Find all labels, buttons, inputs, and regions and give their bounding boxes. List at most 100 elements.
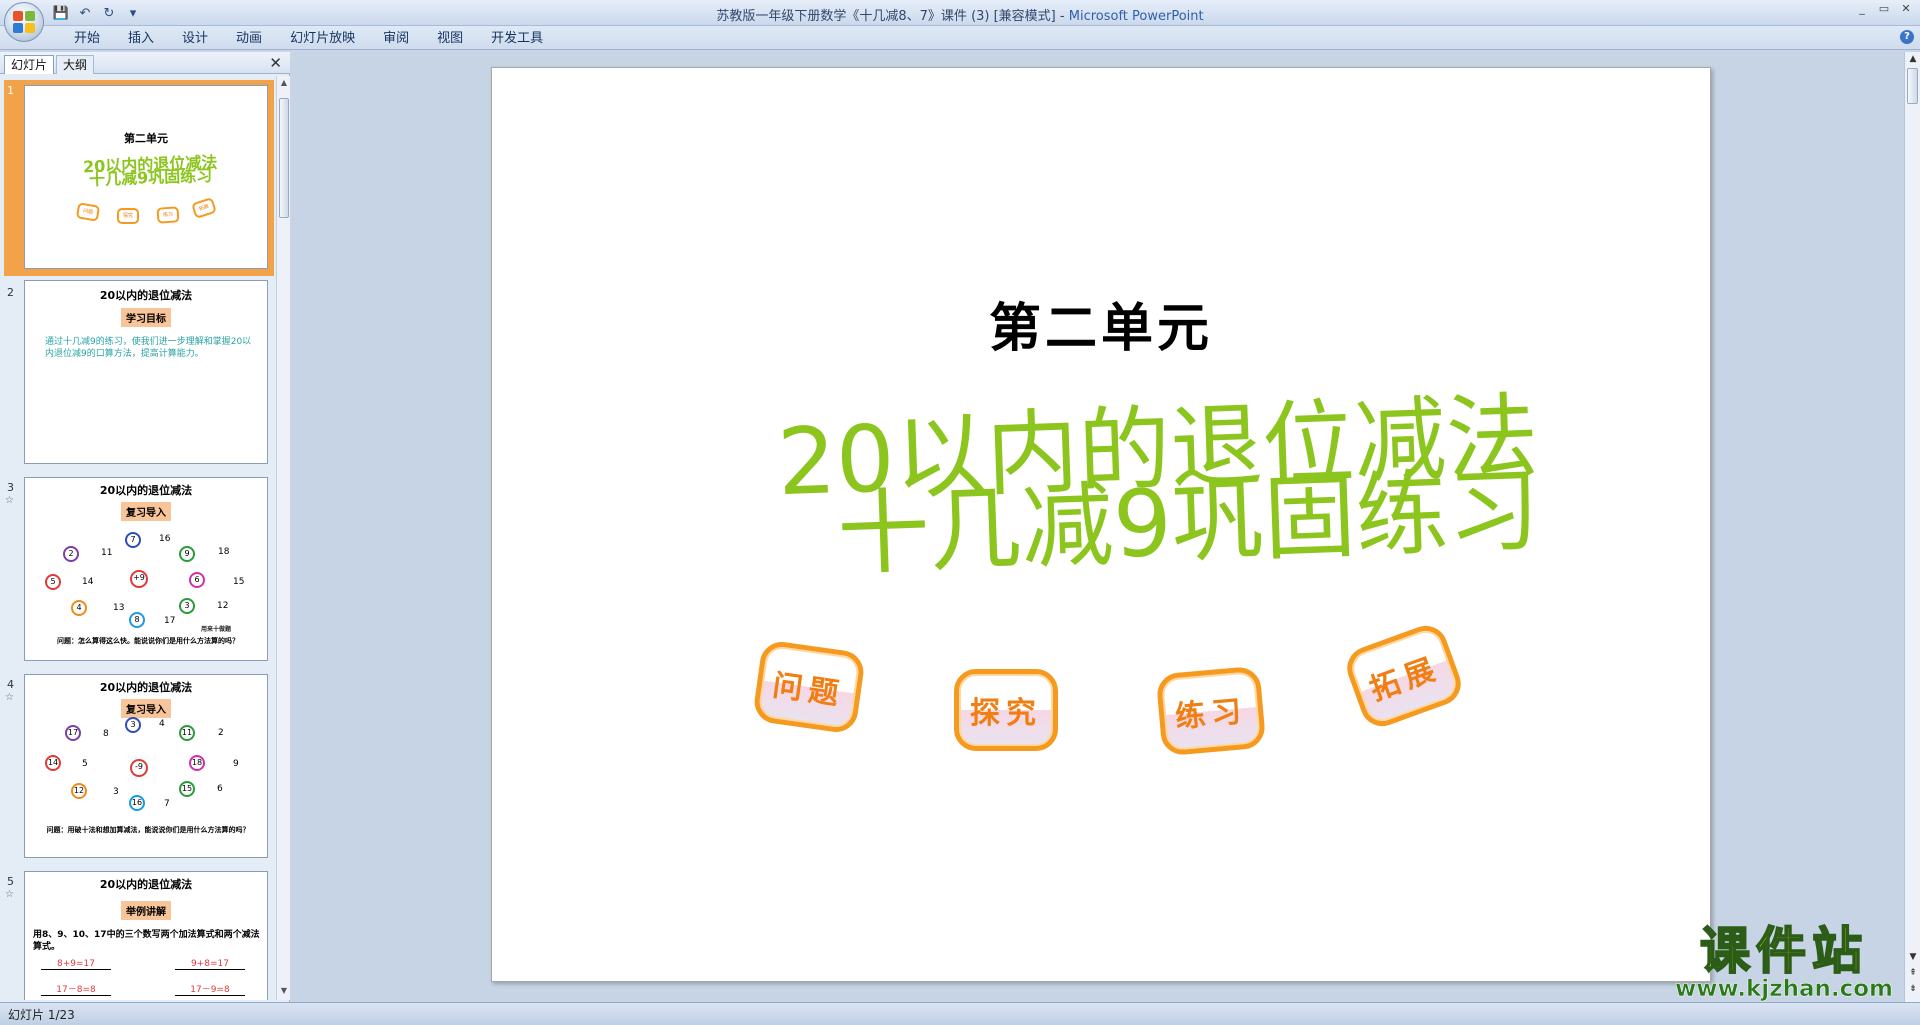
tab-review[interactable]: 审阅 (369, 29, 423, 49)
thumb-number: 8 (103, 729, 109, 739)
scroll-down-icon[interactable]: ▼ (1907, 952, 1919, 962)
thumb-ball: 5 (45, 574, 61, 590)
thumb-tag: 学习目标 (121, 308, 171, 327)
thumb-ball: 14 (45, 755, 61, 771)
thumbnail-number: 3 (7, 481, 14, 494)
tab-outline[interactable]: 大纲 (56, 55, 95, 74)
thumb-operator: -9 (130, 759, 148, 777)
slide-thumbnail-2[interactable]: 20以内的退位减法 学习目标 通过十几减9的练习，使我们进一步理解和掌握20以内… (24, 280, 268, 464)
document-title: 苏教版一年级下册数学《十几减8、7》课件 (3) [兼容模式] (716, 9, 1056, 24)
badge-explore[interactable]: 探究 (954, 669, 1058, 751)
tab-slideshow[interactable]: 幻灯片放映 (276, 29, 369, 49)
thumb-ball: 18 (189, 755, 205, 771)
thumb-ball: 2 (63, 546, 79, 562)
badge-label: 探究 (970, 696, 1042, 731)
thumb-unit: 第二单元 (124, 132, 168, 145)
scroll-up-icon[interactable]: ▲ (279, 78, 289, 90)
tab-home[interactable]: 开始 (60, 29, 114, 49)
thumb-ball: 16 (129, 795, 145, 811)
thumb-question: 问题：怎么算得这么快。能说说你们是用什么方法算的吗？ (57, 637, 239, 645)
badge-question[interactable]: 问题 (751, 639, 867, 735)
badge-practice[interactable]: 练习 (1155, 665, 1267, 757)
slide-thumbnail-3[interactable]: 20以内的退位减法 复习导入 +9 2 7 9 5 6 4 8 3 11 16 … (24, 477, 268, 661)
site-watermark: 课件站 www.kjzhan.com (1668, 922, 1900, 1002)
close-button[interactable]: ✕ (1896, 2, 1916, 16)
slides-panel: 幻灯片 大纲 ✕ 1 第二单元 20以内的退位减法 十几减9巩固练习 问题 探究… (0, 52, 290, 1002)
thumb-number: 18 (218, 547, 230, 557)
thumb-equation: 9+8=17 (175, 959, 245, 970)
slide-thumbnail-1[interactable]: 第二单元 20以内的退位减法 十几减9巩固练习 问题 探究 练习 拓展 (24, 85, 268, 269)
thumb-number: 3 (113, 787, 119, 797)
thumb-number: 12 (217, 601, 229, 611)
badge-label: 练习 (1173, 693, 1249, 736)
thumb-tag: 复习导入 (121, 502, 171, 521)
thumb-text: 用8、9、10、17中的三个数写两个加法算式和两个减法算式。 (33, 930, 260, 952)
thumb-ball: 6 (189, 572, 205, 588)
thumb-equation: 17－8=8 (41, 982, 111, 996)
thumb-ball: 9 (179, 546, 195, 562)
thumb-badge: 问题 (75, 202, 101, 222)
thumbnail-number: 1 (7, 84, 14, 97)
tab-slides[interactable]: 幻灯片 (4, 55, 55, 74)
minimize-button[interactable]: _ (1852, 2, 1872, 16)
thumb-equation: 17－9=8 (175, 982, 245, 996)
title-separator: - (1055, 9, 1069, 24)
thumb-badge: 练习 (156, 206, 180, 224)
thumb-badge: 探究 (117, 208, 139, 224)
panel-tabs: 幻灯片 大纲 ✕ (0, 52, 290, 74)
thumb-ball: 17 (65, 725, 81, 741)
thumb-line2: 十几减9巩固练习 (88, 165, 213, 190)
scroll-down-icon[interactable]: ▼ (279, 986, 289, 998)
watermark-logo-text: 课件站 (1699, 922, 1868, 980)
thumbnail-number: 4 (7, 678, 14, 691)
thumb-note: 用来十做题 (201, 626, 232, 633)
slide-title-line2[interactable]: 十几减9巩固练习 (835, 436, 1542, 593)
thumb-number: 7 (164, 799, 170, 809)
tab-developer[interactable]: 开发工具 (477, 29, 557, 49)
tab-animations[interactable]: 动画 (222, 29, 276, 49)
scroll-up-icon[interactable]: ▲ (1907, 54, 1919, 64)
next-slide-icon[interactable]: ⇟ (1907, 984, 1919, 994)
thumb-badge: 拓展 (191, 196, 217, 220)
status-bar: 幻灯片 1/23 (0, 1002, 1920, 1025)
thumbnail-number: 2 (7, 286, 14, 299)
thumbnail-number: 5 (7, 875, 14, 888)
slide-thumbnail-5[interactable]: 20以内的退位减法 举例讲解 用8、9、10、17中的三个数写两个加法算式和两个… (24, 871, 268, 1000)
slide-thumbnails: 1 第二单元 20以内的退位减法 十几减9巩固练习 问题 探究 练习 拓展 2 … (0, 76, 274, 1000)
tab-view[interactable]: 视图 (423, 29, 477, 49)
thumb-ball: 4 (71, 600, 87, 616)
thumb-tag: 举例讲解 (121, 901, 171, 920)
badge-extend[interactable]: 拓展 (1341, 619, 1467, 733)
thumb-tag: 复习导入 (121, 699, 171, 718)
thumb-ball: 11 (179, 725, 195, 741)
animation-star-icon: ☆ (5, 692, 14, 703)
thumb-ball: 3 (179, 598, 195, 614)
office-button[interactable] (4, 2, 44, 42)
thumbnail-scrollbar[interactable]: ▲ ▼ (276, 76, 290, 1000)
restore-button[interactable]: ▭ (1874, 2, 1894, 16)
thumb-title: 20以内的退位减法 (99, 289, 193, 302)
previous-slide-icon[interactable]: ⇞ (1907, 968, 1919, 978)
thumb-operator: +9 (130, 570, 148, 588)
scroll-thumb[interactable] (1907, 68, 1918, 104)
slide-thumbnail-4[interactable]: 20以内的退位减法 复习导入 -9 17 3 11 14 18 12 16 15… (24, 674, 268, 858)
thumb-number: 14 (82, 577, 94, 587)
thumb-ball: 8 (129, 612, 145, 628)
scroll-thumb[interactable] (279, 98, 289, 218)
watermark-url: www.kjzhan.com (1675, 976, 1893, 1002)
thumb-number: 16 (159, 534, 171, 544)
tab-insert[interactable]: 插入 (114, 29, 168, 49)
thumb-ball: 7 (125, 532, 141, 548)
badge-label: 拓展 (1365, 650, 1446, 709)
slide-unit-heading[interactable]: 第二单元 (492, 286, 1710, 361)
tab-design[interactable]: 设计 (168, 29, 222, 49)
editor-scrollbar[interactable]: ▲ ▼ ⇞ ⇟ (1904, 52, 1920, 1002)
thumb-equation: 8+9=17 (41, 959, 111, 970)
current-slide[interactable]: 第二单元 20以内的退位减法 十几减9巩固练习 问题 探究 练习 拓展 (491, 67, 1711, 982)
panel-close-icon[interactable]: ✕ (269, 54, 282, 72)
help-icon[interactable]: ? (1900, 30, 1914, 44)
app-name: Microsoft PowerPoint (1068, 9, 1204, 24)
thumb-title: 20以内的退位减法 (99, 878, 193, 891)
thumb-question: 问题：用破十法和想加算减法，能说说你们是用什么方法算的吗？ (46, 826, 250, 834)
thumb-number: 15 (233, 577, 245, 587)
